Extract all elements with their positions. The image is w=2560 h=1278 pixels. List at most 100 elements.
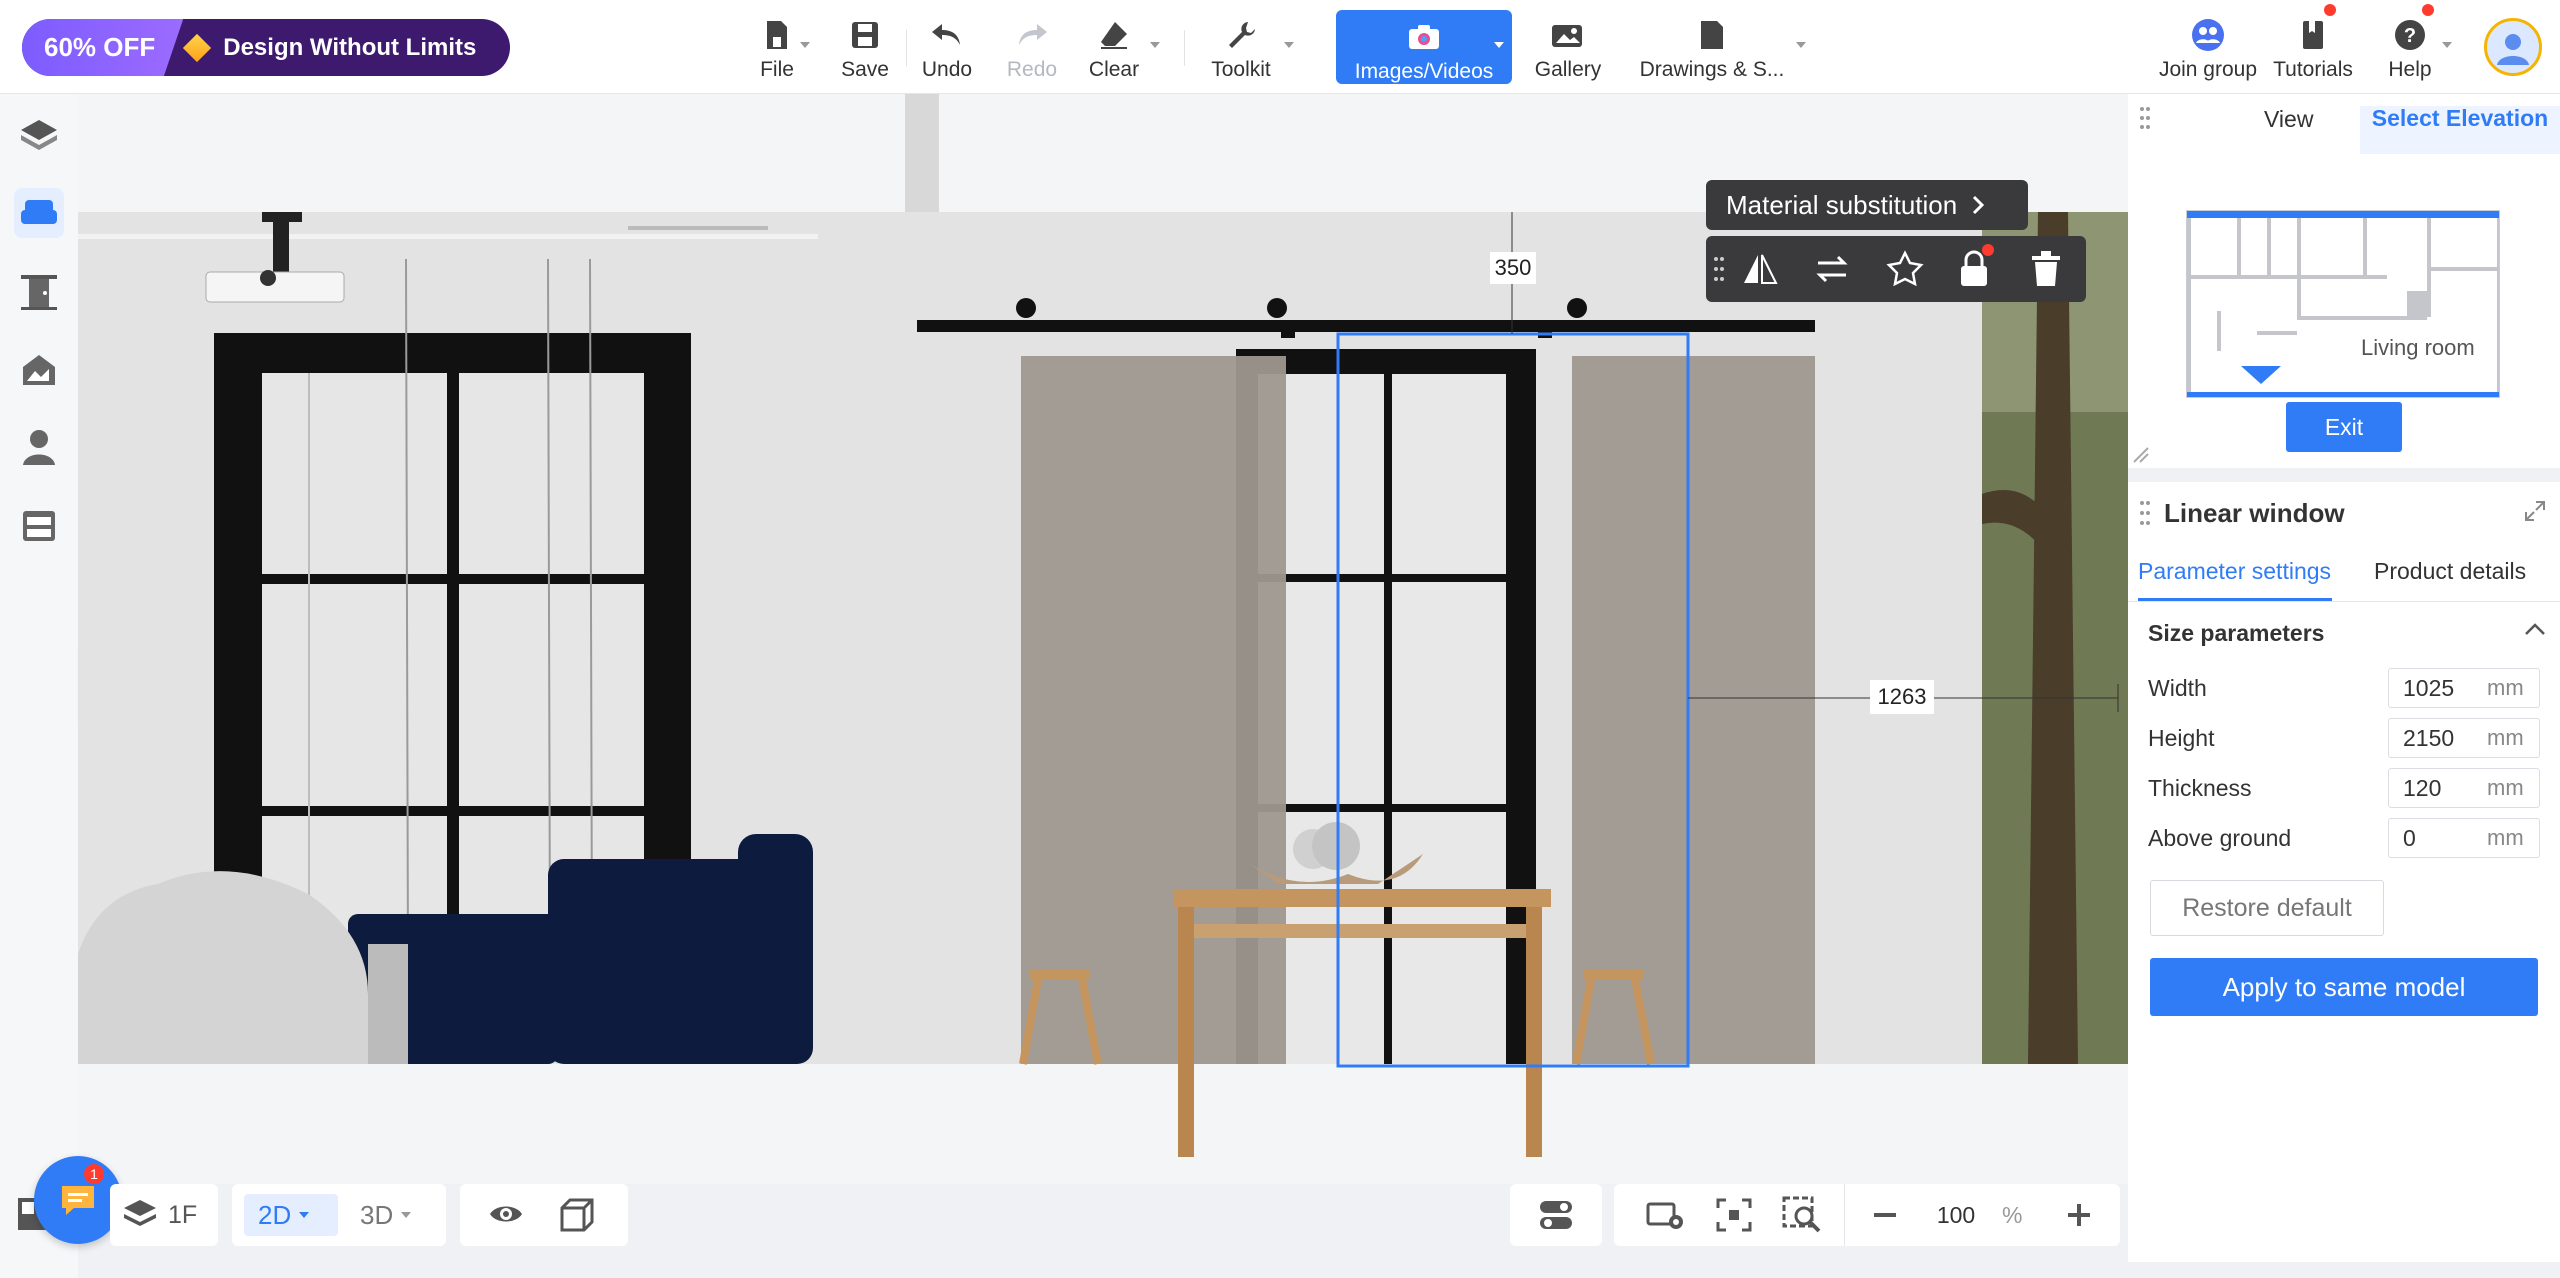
gallery-button[interactable]: Gallery <box>1532 12 1604 82</box>
field-value[interactable]: 120 <box>2403 775 2487 802</box>
zoom-region-icon[interactable] <box>1782 1196 1822 1239</box>
tab-select-elevation[interactable]: Select Elevation <box>2360 106 2560 154</box>
redo-button[interactable]: Redo <box>1004 12 1060 82</box>
field-above-ground: Above ground 0 mm <box>2148 818 2540 858</box>
zoom-in-icon[interactable] <box>2066 1202 2092 1233</box>
material-substitution-button[interactable]: Material substitution <box>1706 180 2028 230</box>
gallery-icon <box>1551 18 1585 52</box>
tutorials-notification-dot <box>2324 4 2336 16</box>
clear-caret-icon[interactable] <box>1150 42 1160 48</box>
drawings-caret-icon[interactable] <box>1796 42 1806 48</box>
dimension-side-label[interactable]: 1263 <box>1870 680 1934 714</box>
person-icon <box>23 430 55 465</box>
drawings-button[interactable]: Drawings & S... <box>1634 12 1790 82</box>
sidebar-item-structure[interactable] <box>14 344 64 394</box>
view-2d-label: 2D <box>258 1199 292 1230</box>
file-button[interactable]: File <box>752 12 802 82</box>
field-width: Width 1025 mm <box>2148 668 2540 708</box>
drag-handle-icon[interactable] <box>2140 500 2150 531</box>
save-icon <box>848 18 882 52</box>
tutorials-button[interactable]: Tutorials <box>2270 12 2356 82</box>
field-value[interactable]: 2150 <box>2403 725 2487 752</box>
tab-parameter-settings[interactable]: Parameter settings <box>2138 558 2331 585</box>
clear-label: Clear <box>1088 58 1140 81</box>
field-unit: mm <box>2487 675 2524 700</box>
undo-label: Undo <box>921 58 973 81</box>
lock-icon[interactable] <box>1958 250 1990 293</box>
toolkit-button[interactable]: Toolkit <box>1206 12 1276 82</box>
field-value[interactable]: 1025 <box>2403 675 2487 702</box>
field-label: Above ground <box>2148 824 2292 851</box>
resize-handle-icon[interactable] <box>2132 446 2150 469</box>
tab-view[interactable]: View <box>2264 106 2313 133</box>
view-3d-label: 3D <box>360 1199 394 1230</box>
favorite-star-icon[interactable] <box>1886 250 1924 291</box>
zoom-out-icon[interactable] <box>1872 1202 1898 1233</box>
expand-icon[interactable] <box>2524 500 2546 527</box>
sidebar-item-people[interactable] <box>14 422 64 472</box>
collapse-section-icon[interactable] <box>2524 622 2546 641</box>
sidebar-item-doors-windows[interactable] <box>14 266 64 316</box>
eye-icon[interactable] <box>488 1200 524 1233</box>
height-input[interactable]: 2150 mm <box>2388 718 2540 758</box>
drag-handle-icon[interactable] <box>2140 106 2150 135</box>
toolkit-caret-icon[interactable] <box>1284 42 1294 48</box>
elevation-canvas[interactable]: 350 1263 Material substitution <box>78 94 2128 1184</box>
dimension-top-label[interactable]: 350 <box>1490 252 1536 284</box>
cube-view-icon[interactable] <box>560 1198 596 1237</box>
redo-label: Redo <box>1006 58 1058 81</box>
fit-view-icon[interactable] <box>1716 1198 1752 1237</box>
tab-product-details[interactable]: Product details <box>2374 558 2526 585</box>
elevation-selector-panel: View Select Elevation Living room Exit <box>2128 94 2560 468</box>
tutorials-label: Tutorials <box>2273 58 2353 81</box>
floor-selector[interactable]: 1F <box>110 1184 218 1246</box>
door-icon <box>21 275 57 310</box>
view-3d-button[interactable]: 3D <box>356 1194 436 1236</box>
field-unit: mm <box>2487 725 2524 750</box>
width-input[interactable]: 1025 mm <box>2388 668 2540 708</box>
sidebar-item-furniture[interactable] <box>14 188 64 238</box>
field-value[interactable]: 0 <box>2403 825 2487 852</box>
barn-door-track <box>917 298 1815 338</box>
clear-button[interactable]: Clear <box>1086 12 1142 82</box>
book-icon <box>2296 18 2330 52</box>
promo-discount: 60% OFF <box>22 19 184 76</box>
help-button[interactable]: ? Help <box>2382 12 2438 82</box>
restore-default-button[interactable]: Restore default <box>2150 880 2384 936</box>
properties-panel: Linear window Parameter settings Product… <box>2128 482 2560 1262</box>
promo-tagline: Design Without Limits <box>223 33 477 61</box>
join-group-button[interactable]: Join group <box>2156 12 2260 82</box>
zoom-value[interactable]: 100 <box>1920 1202 1992 1229</box>
svg-text:?: ? <box>2404 25 2416 47</box>
file-caret-icon[interactable] <box>800 42 810 48</box>
undo-button[interactable]: Undo <box>918 12 976 82</box>
wrench-icon <box>1224 18 1258 52</box>
delete-trash-icon[interactable] <box>2030 250 2062 293</box>
mini-floorplan[interactable]: Living room <box>2186 210 2500 398</box>
drag-handle-icon[interactable] <box>1714 256 1724 287</box>
settings-toggle[interactable] <box>1510 1184 1602 1246</box>
save-button[interactable]: Save <box>840 12 890 82</box>
exit-button[interactable]: Exit <box>2286 402 2402 452</box>
apply-to-same-model-button[interactable]: Apply to same model <box>2150 958 2538 1016</box>
above-ground-input[interactable]: 0 mm <box>2388 818 2540 858</box>
avatar[interactable] <box>2484 18 2542 76</box>
replace-icon[interactable] <box>1814 252 1850 291</box>
layers-icon <box>124 1200 156 1226</box>
promo-banner[interactable]: 60% OFF Design Without Limits <box>22 19 510 76</box>
view-2d-button[interactable]: 2D <box>244 1194 338 1236</box>
sidebar-item-floorplan[interactable] <box>14 110 64 160</box>
zoom-input[interactable]: 100 % <box>1920 1196 2044 1234</box>
thickness-input[interactable]: 120 mm <box>2388 768 2540 808</box>
help-caret-icon[interactable] <box>2442 42 2452 48</box>
mirror-icon[interactable] <box>1742 252 1778 291</box>
sidebar-item-cabinet[interactable] <box>14 500 64 550</box>
images-videos-button[interactable]: Images/Videos <box>1336 10 1512 84</box>
field-label: Thickness <box>2148 774 2252 801</box>
images-caret-icon[interactable] <box>1494 42 1504 48</box>
drawing-sheet-icon <box>1695 18 1729 52</box>
camera-settings-icon[interactable] <box>1646 1198 1686 1237</box>
field-unit: mm <box>2487 775 2524 800</box>
chat-button[interactable]: 1 <box>34 1156 122 1244</box>
floorplan-drawing <box>2187 211 2499 397</box>
